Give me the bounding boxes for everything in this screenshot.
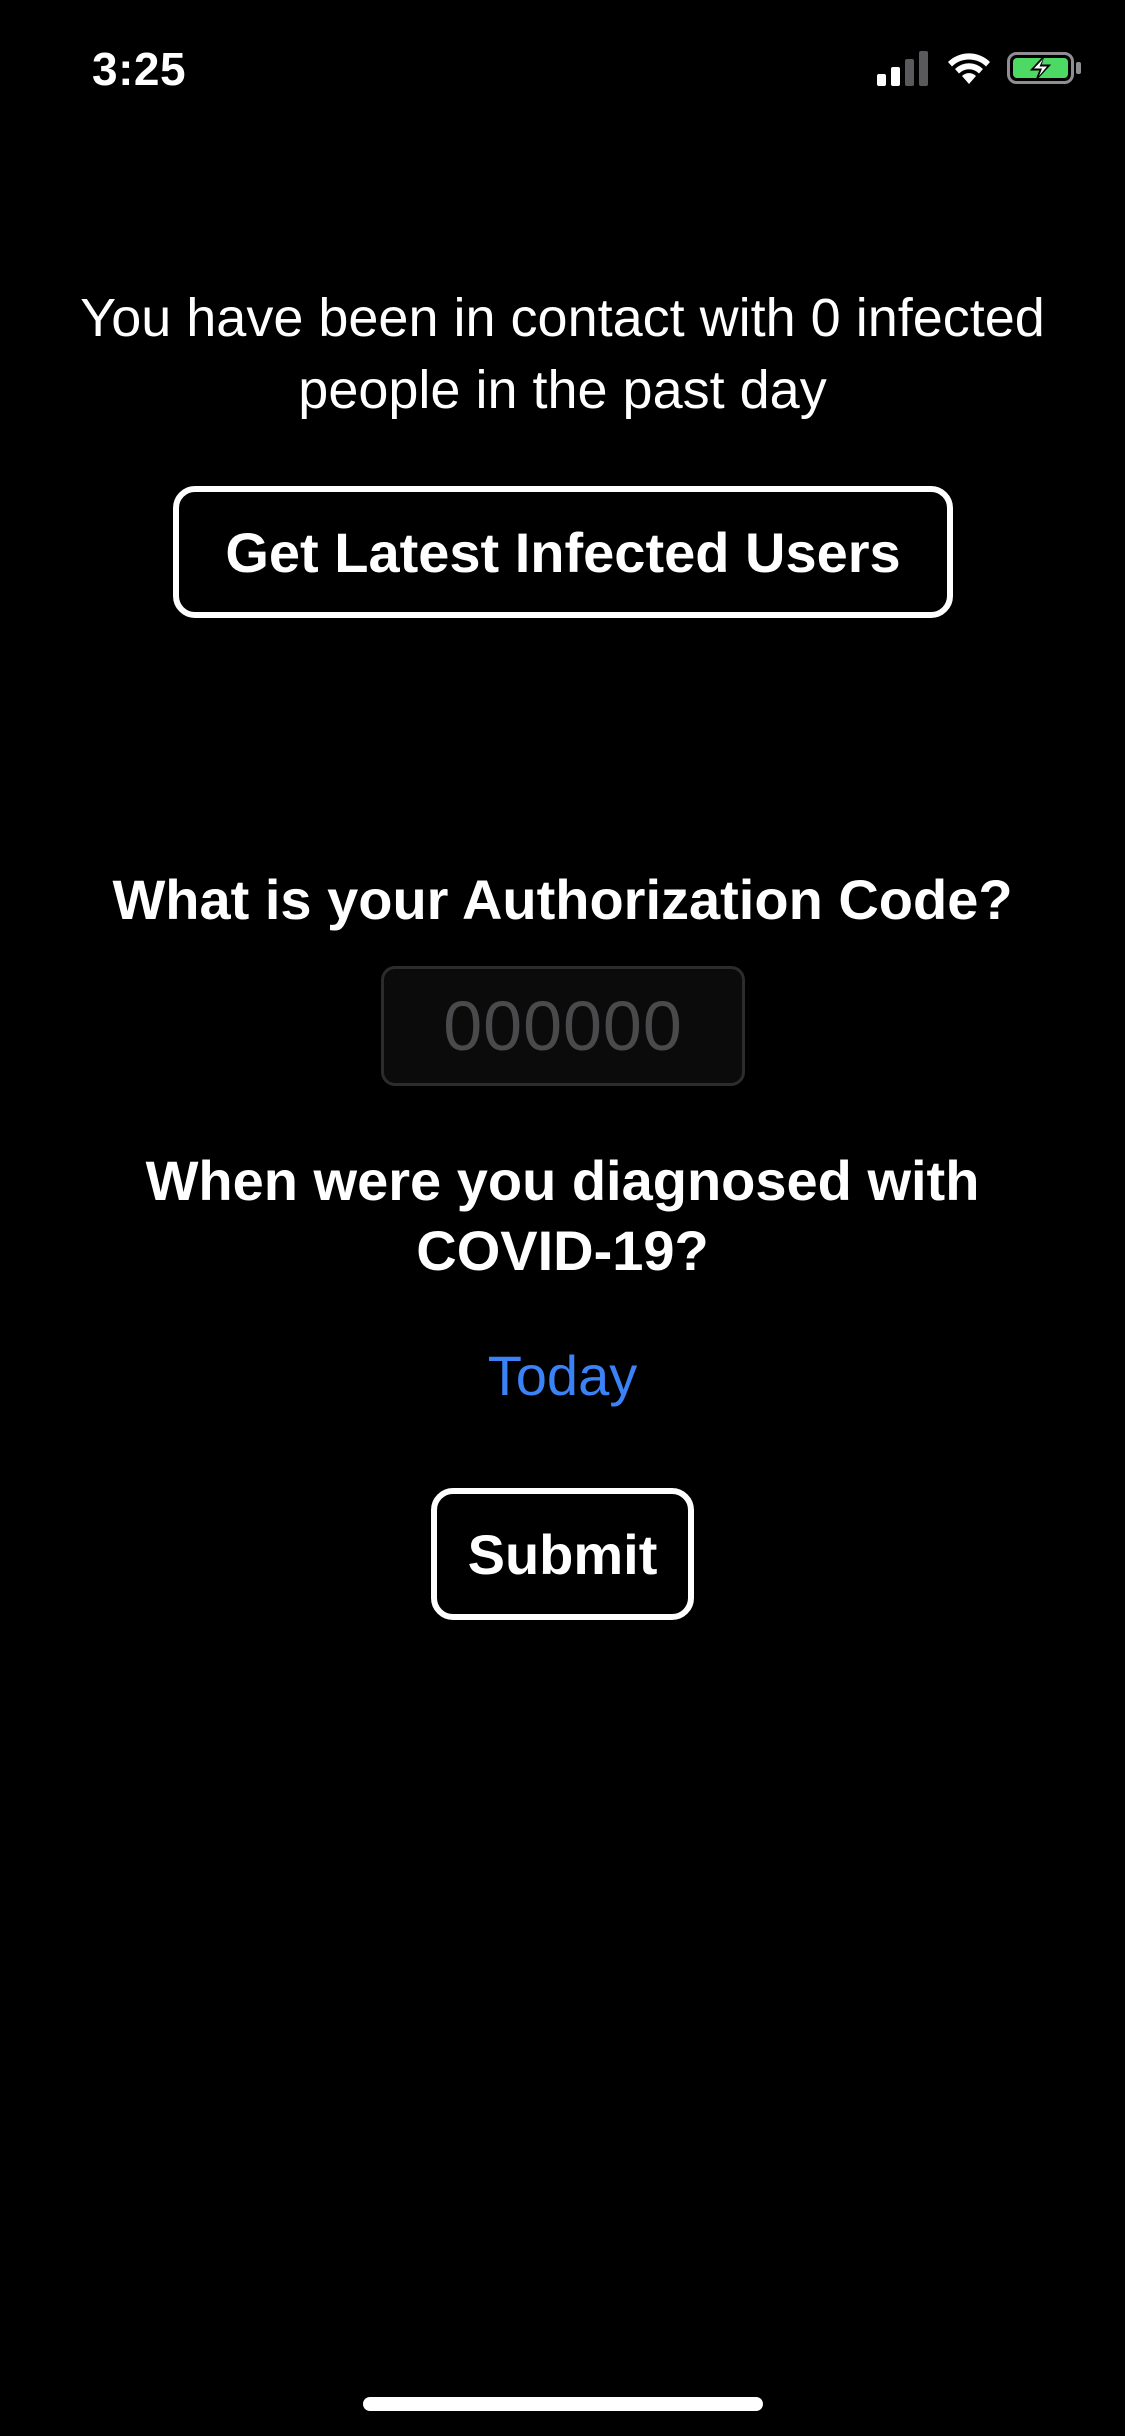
diagnosis-question-line-1: When were you diagnosed with — [145, 1149, 980, 1212]
authorization-code-input[interactable] — [381, 966, 745, 1086]
contact-status-line-1: You have been in contact with 0 infected — [80, 288, 1045, 348]
cellular-signal-icon — [877, 51, 928, 86]
home-indicator[interactable] — [363, 2397, 763, 2411]
diagnosis-date-picker[interactable]: Today — [0, 1336, 1125, 1416]
contact-status-line-2: people in the past day — [298, 360, 827, 420]
status-icons — [877, 50, 1083, 86]
status-bar: 3:25 — [0, 0, 1125, 132]
diagnosis-date-question: When were you diagnosed with COVID-19? — [0, 1146, 1125, 1286]
wifi-icon — [948, 53, 990, 84]
authorization-code-question: What is your Authorization Code? — [112, 868, 1013, 931]
submit-button[interactable]: Submit — [431, 1488, 694, 1620]
battery-charging-icon — [1007, 52, 1081, 84]
diagnosis-question-line-2: COVID-19? — [416, 1219, 709, 1282]
status-time: 3:25 — [92, 43, 187, 95]
contact-status-message: You have been in contact with 0 infected… — [0, 282, 1125, 426]
get-latest-infected-users-button[interactable]: Get Latest Infected Users — [173, 486, 953, 618]
screen: 3:25 You have been in contact with 0 inf… — [0, 0, 1125, 2436]
